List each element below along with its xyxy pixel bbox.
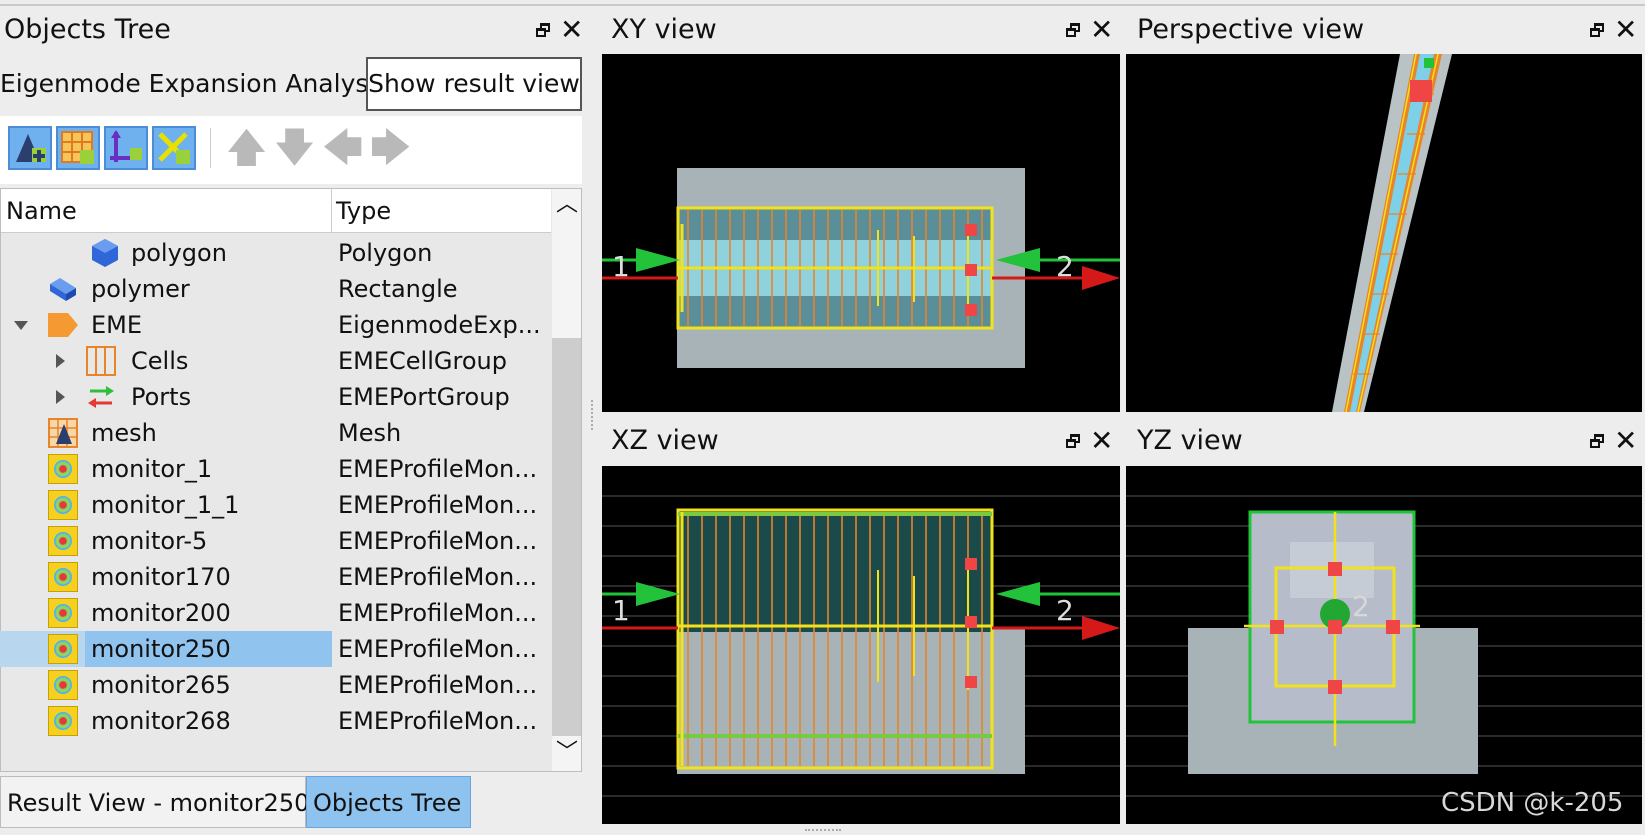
table-header xyxy=(1,189,551,233)
port-1-label: 1 xyxy=(612,594,630,627)
cells-icon xyxy=(86,346,116,376)
move-up-icon[interactable]: 🡅 xyxy=(226,128,267,168)
restore-icon[interactable] xyxy=(536,23,550,37)
restore-icon[interactable] xyxy=(1590,23,1604,37)
column-name-header[interactable]: Name xyxy=(6,189,77,233)
port-2-label: 2 xyxy=(1056,594,1074,627)
polygon-icon xyxy=(90,238,120,268)
port-2-label: 2 xyxy=(1056,250,1074,283)
add-port-icon[interactable] xyxy=(104,126,148,170)
tree-row-eme[interactable]: EME EigenmodeExp... xyxy=(0,307,552,343)
analysis-label: Eigenmode Expansion Analysis xyxy=(0,69,389,98)
tab-objects-tree[interactable]: Objects Tree xyxy=(306,776,471,828)
add-geometry-icon[interactable] xyxy=(8,126,52,170)
monitor-icon xyxy=(48,670,78,700)
rectangle-icon xyxy=(48,274,78,304)
monitor-icon xyxy=(48,490,78,520)
tree-row-monitor[interactable]: monitor265 EMEProfileMon... xyxy=(0,667,552,703)
xz-view-title: XZ view xyxy=(611,425,719,456)
perspective-view-title: Perspective view xyxy=(1137,14,1365,45)
expand-right-icon[interactable] xyxy=(56,354,65,368)
xy-view-canvas[interactable]: 1 2 xyxy=(602,54,1120,412)
add-mesh-icon[interactable] xyxy=(56,126,100,170)
objects-tree-title: Objects Tree xyxy=(4,14,171,45)
expand-right-icon[interactable] xyxy=(56,390,65,404)
tree-row-monitor[interactable]: monitor268 EMEProfileMon... xyxy=(0,703,552,739)
monitor-icon xyxy=(48,706,78,736)
tab-result-view[interactable]: Result View - monitor250 xyxy=(0,776,309,828)
scroll-up-icon[interactable]: ︿ xyxy=(556,194,578,216)
close-icon[interactable]: ✕ xyxy=(1090,16,1113,44)
restore-icon[interactable] xyxy=(1590,434,1604,448)
tree-row-ports[interactable]: Ports EMEPortGroup xyxy=(0,379,552,415)
monitor-icon xyxy=(48,598,78,628)
tree-row-polygon[interactable]: polygon Polygon xyxy=(0,235,552,271)
close-icon[interactable]: ✕ xyxy=(560,16,583,44)
tree-row-monitor[interactable]: monitor200 EMEProfileMon... xyxy=(0,595,552,631)
xz-view-canvas[interactable]: 1 2 xyxy=(602,466,1120,824)
monitor-icon xyxy=(48,526,78,556)
tree-row-monitor[interactable]: monitor-5 EMEProfileMon... xyxy=(0,523,552,559)
perspective-view-canvas[interactable] xyxy=(1126,54,1642,412)
tree-row-monitor[interactable]: monitor170 EMEProfileMon... xyxy=(0,559,552,595)
vertical-splitter-handle[interactable] xyxy=(591,400,596,430)
yz-view-title: YZ view xyxy=(1137,425,1243,456)
column-type-header[interactable]: Type xyxy=(336,189,391,233)
tree-row-selected[interactable]: monitor250 EMEProfileMon... xyxy=(0,631,552,667)
watermark: CSDN @k-205 xyxy=(1441,788,1624,818)
horizontal-splitter-handle[interactable] xyxy=(805,829,841,834)
move-down-icon[interactable]: 🡇 xyxy=(274,128,315,168)
add-monitor-icon[interactable] xyxy=(152,126,196,170)
monitor-icon xyxy=(48,562,78,592)
monitor-icon xyxy=(48,634,78,664)
top-border xyxy=(0,4,1645,6)
tree-row-mesh[interactable]: mesh Mesh xyxy=(0,415,552,451)
tree-row-cells[interactable]: Cells EMECellGroup xyxy=(0,343,552,379)
restore-icon[interactable] xyxy=(1066,434,1080,448)
ports-icon xyxy=(86,382,116,412)
monitor-icon xyxy=(48,454,78,484)
tree-row-polymer[interactable]: polymer Rectangle xyxy=(0,271,552,307)
xy-view-title: XY view xyxy=(611,14,717,45)
scroll-down-icon[interactable]: ﹀ xyxy=(556,742,578,764)
show-result-view-button[interactable]: Show result view xyxy=(366,57,582,111)
yz-view-canvas[interactable]: 2 xyxy=(1126,466,1642,824)
scrollbar-thumb[interactable] xyxy=(552,338,581,736)
move-left-icon[interactable]: 🡄 xyxy=(322,128,363,168)
port-2-label: 2 xyxy=(1352,590,1370,623)
move-right-icon[interactable]: 🡆 xyxy=(370,128,411,168)
close-icon[interactable]: ✕ xyxy=(1614,16,1637,44)
mesh-icon xyxy=(48,418,78,448)
tree-row-monitor[interactable]: monitor_1_1 EMEProfileMon... xyxy=(0,487,552,523)
restore-icon[interactable] xyxy=(1066,23,1080,37)
eme-icon xyxy=(46,310,80,340)
port-1-label: 1 xyxy=(612,250,630,283)
close-icon[interactable]: ✕ xyxy=(1614,427,1637,455)
expand-down-icon[interactable] xyxy=(14,321,28,330)
tree-row-monitor[interactable]: monitor_1 EMEProfileMon... xyxy=(0,451,552,487)
column-divider xyxy=(331,189,332,233)
close-icon[interactable]: ✕ xyxy=(1090,427,1113,455)
toolbar-divider xyxy=(210,128,211,168)
